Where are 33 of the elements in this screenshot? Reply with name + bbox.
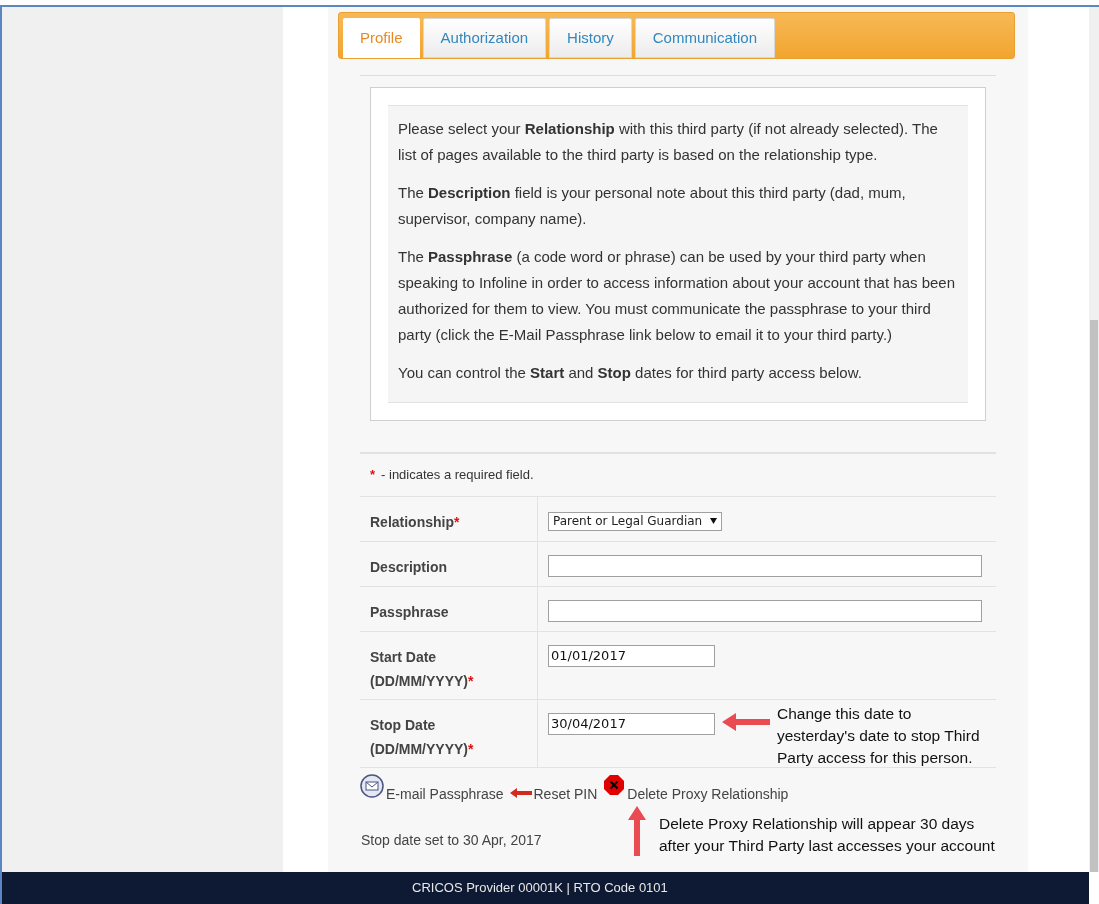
date-field[interactable]: 30/04/2017 (548, 712, 715, 735)
field-label: Stop Date (DD/MM/YYYY)* (370, 717, 474, 757)
callout-arrow (627, 806, 647, 856)
arrow-left-icon (509, 788, 532, 798)
field-label: Relationship* (370, 514, 460, 530)
info-paragraph: The Passphrase (a code word or phrase) can be used by your third party when speaking to Infoline in order to access information about your account that has been authorized for them to view. You must communicate the passphrase to your third party (click the E-Mail Passphrase link below to email it to your third party.) (398, 247, 956, 345)
footer-text: CRICOS Provider 00001K | RTO Code 0101 (412, 879, 668, 898)
field-label: Start Date (DD/MM/YYYY)* (370, 649, 474, 689)
scrollbar-thumb[interactable] (1090, 320, 1098, 872)
info-paragraph: The Description field is your personal note about this third party (dad, mum, supervisor, company name). (398, 183, 907, 229)
text-field[interactable] (548, 554, 982, 577)
text-field[interactable] (548, 599, 982, 622)
field-label: Description (370, 559, 447, 575)
action-link[interactable]: Reset PIN (533, 784, 598, 805)
callout-text: Delete Proxy Relationship will appear 30 days after your Third Party last accesses your account (659, 814, 995, 856)
callout-text: Change this date to yesterday's date to stop Third Party access for this person. (777, 704, 980, 768)
tab[interactable]: Communication (634, 18, 775, 58)
action-link[interactable]: Delete Proxy Relationship (627, 784, 789, 805)
required-note: - indicates a required field. (381, 466, 534, 485)
tab[interactable]: History (549, 18, 632, 58)
caret-icon (710, 518, 718, 524)
date-field[interactable]: 01/01/2017 (548, 644, 715, 667)
relationship-select[interactable]: Parent or Legal Guardian (548, 511, 723, 531)
tab[interactable]: Authorization (422, 18, 547, 58)
delete-icon (603, 774, 626, 796)
status-message: Stop date set to 30 Apr, 2017 (361, 832, 542, 848)
action-link[interactable]: E-mail Passphrase (386, 784, 504, 805)
field-label: Passphrase (370, 604, 449, 620)
info-paragraph: You can control the Start and Stop dates for third party access below. (398, 363, 863, 383)
callout-arrow (722, 712, 770, 732)
envelope-icon (360, 774, 384, 798)
info-paragraph: Please select your Relationship with this third party (if not already selected). The list of pages available to the third party is based on the relationship type. (398, 119, 939, 165)
required-mark: * (370, 466, 376, 485)
